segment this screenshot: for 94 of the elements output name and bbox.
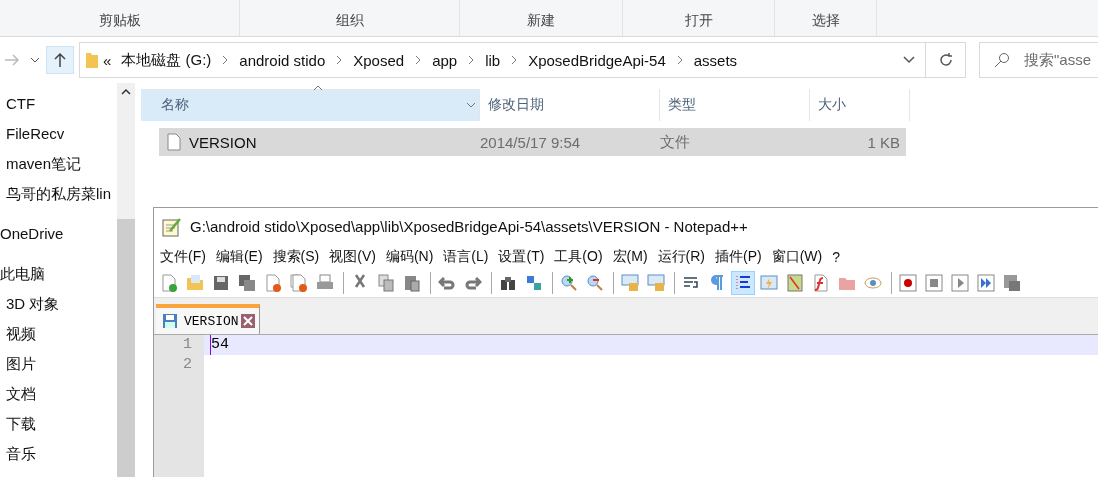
breadcrumb[interactable]: 本地磁盘 (G:) (116, 50, 217, 70)
file-type: 文件 (660, 132, 691, 152)
menu-item[interactable]: 工具(O) (554, 248, 603, 266)
sort-caret-icon (313, 85, 323, 91)
new-file-icon (160, 274, 178, 292)
file-date: 2014/5/17 9:54 (480, 133, 582, 151)
stop-icon (925, 274, 943, 292)
eye-icon (864, 274, 882, 292)
printer-icon (316, 274, 334, 292)
dropdown-caret-icon[interactable] (903, 56, 915, 64)
play-icon (951, 274, 969, 292)
breadcrumb-overflow[interactable]: « (98, 51, 117, 69)
open-folder-icon (186, 274, 204, 292)
search-icon (994, 52, 1010, 68)
zoom-in-icon (560, 274, 578, 292)
menu-item[interactable]: 语言(L) (443, 248, 489, 266)
nav-item[interactable]: maven笔记 (6, 155, 82, 172)
breadcrumb[interactable]: lib (480, 51, 506, 69)
menu-item[interactable]: 设置(T) (498, 248, 545, 266)
address-bar[interactable]: « 本地磁盘 (G:) android stido Xposed app lib XposedBridgeApi-54 assets (79, 42, 926, 78)
record-icon (899, 274, 917, 292)
toolbar-button[interactable] (896, 271, 920, 295)
breadcrumb[interactable]: assets (688, 51, 743, 69)
refresh-button[interactable] (926, 42, 966, 78)
column-header[interactable]: 修改日期 (480, 89, 660, 121)
menu-item[interactable]: 搜索(S) (272, 248, 320, 266)
up-arrow-icon (54, 52, 66, 68)
file-size: 1 KB (866, 133, 901, 151)
ribbon-group-label[interactable]: 剪贴板 (0, 0, 240, 36)
pilcrow-icon (708, 274, 726, 292)
nav-item[interactable]: 图片 (6, 355, 36, 372)
ribbon-group-label[interactable]: 组织 (240, 0, 460, 36)
line-number: 1 (182, 335, 193, 355)
menu-item[interactable]: 插件(P) (715, 248, 762, 266)
undo-icon (438, 274, 456, 292)
menu-item[interactable]: 运行(R) (657, 248, 705, 266)
toolbar-button[interactable] (974, 271, 998, 295)
file-icon (167, 133, 181, 151)
nav-item[interactable]: 下载 (6, 415, 36, 432)
dropdown-caret-icon[interactable] (466, 102, 476, 108)
dropdown-caret-icon[interactable] (30, 57, 40, 63)
nav-item[interactable]: 此电脑 (0, 265, 45, 282)
window-title: G:\android stido\Xposed\app\lib\XposedBridgeApi-54\assets\VERSION - Notepad++ (190, 218, 748, 235)
nav-item[interactable]: 音乐 (6, 445, 36, 462)
nav-item[interactable]: 3D 对象 (6, 295, 60, 312)
menu-item[interactable]: 宏(M) (612, 248, 648, 266)
column-header[interactable]: 类型 (660, 89, 810, 121)
breadcrumb[interactable]: app (427, 51, 463, 69)
breadcrumb[interactable]: XposedBridgeApi-54 (523, 51, 671, 69)
fast-forward-icon (977, 274, 995, 292)
up-button[interactable] (46, 46, 74, 74)
search-field[interactable]: 搜索"asse (979, 42, 1098, 78)
file-name: VERSION (189, 133, 258, 151)
indent-guide-icon (734, 274, 752, 292)
binoculars-icon (499, 274, 517, 292)
ribbon-group-label[interactable]: 选择 (775, 0, 877, 36)
scrollbar-thumb[interactable] (117, 219, 135, 477)
column-header[interactable]: 大小 (810, 89, 910, 121)
close-icon[interactable] (240, 314, 255, 328)
menu-item[interactable]: 编码(N) (385, 248, 434, 266)
line-number: 2 (182, 355, 193, 375)
menu-item[interactable]: 文件(F) (160, 248, 206, 266)
paste-icon (403, 274, 421, 292)
nav-item[interactable]: FileRecv (6, 125, 65, 142)
file-row[interactable]: VERSION 2014/5/17 9:54 文件 1 KB (159, 128, 906, 156)
toolbar-button[interactable] (731, 271, 755, 295)
nav-item[interactable]: OneDrive (0, 225, 64, 242)
nav-item[interactable]: 鸟哥的私房菜lin (6, 185, 111, 202)
nav-item[interactable]: 文档 (6, 385, 36, 402)
nav-item[interactable]: CTF (6, 95, 36, 112)
redo-icon (464, 274, 482, 292)
ribbon-group-label[interactable]: 打开 (623, 0, 775, 36)
folder-icon (86, 52, 98, 68)
text-cursor (210, 335, 211, 355)
close-all-icon (290, 274, 308, 292)
column-header[interactable]: 名称 (141, 89, 480, 121)
notepad-icon (162, 216, 182, 237)
zoom-out-icon (586, 274, 604, 292)
menu-item[interactable]: 窗口(W) (771, 248, 823, 266)
menu-item[interactable]: 视图(V) (329, 248, 376, 266)
menu-item[interactable]: 编辑(E) (215, 248, 263, 266)
nav-item[interactable]: 视频 (6, 325, 36, 342)
breadcrumb[interactable]: android stido (234, 51, 331, 69)
close-file-icon (264, 274, 282, 292)
ribbon-group-label[interactable]: 新建 (460, 0, 623, 36)
breadcrumb[interactable]: Xposed (348, 51, 410, 69)
file-tab[interactable]: VERSION (156, 304, 260, 334)
function-icon (812, 274, 830, 292)
menu-item[interactable]: ? (832, 249, 841, 265)
code-text: 54 (211, 335, 229, 355)
map-icon (786, 274, 804, 292)
refresh-icon (937, 52, 954, 68)
copy-icon (377, 274, 395, 292)
lightning-window-icon (760, 274, 778, 292)
